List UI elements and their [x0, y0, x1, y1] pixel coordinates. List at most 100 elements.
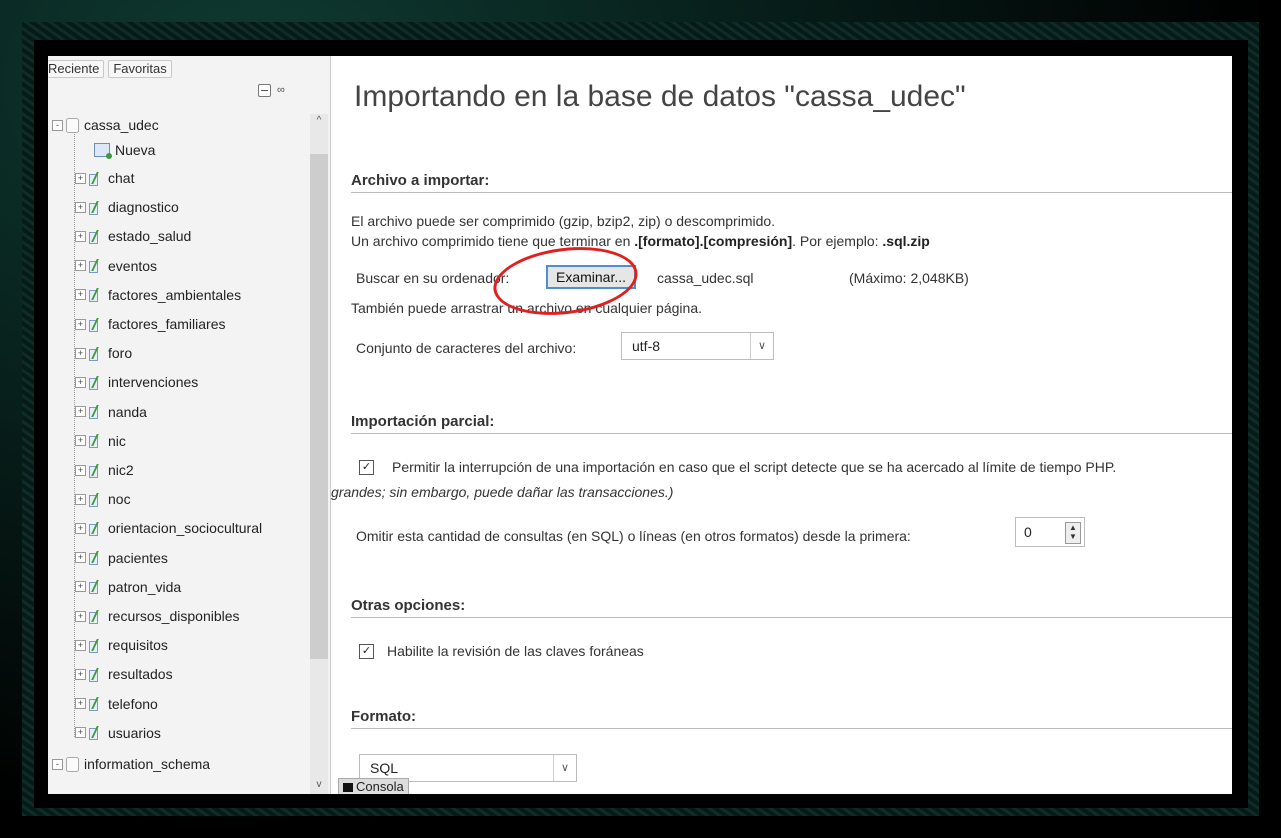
tree-item-table[interactable]: + factores_ambientales — [75, 284, 241, 306]
expand-icon[interactable]: + — [75, 406, 86, 418]
expand-icon[interactable]: + — [75, 639, 86, 651]
scroll-up-icon[interactable]: ^ — [310, 114, 328, 128]
tree-item-table[interactable]: + telefono — [75, 693, 158, 715]
tree-item-table[interactable]: + factores_familiares — [75, 313, 226, 335]
table-icon — [89, 347, 103, 361]
tree-item-label: recursos_disponibles — [108, 608, 240, 624]
expand-icon[interactable]: + — [75, 581, 86, 593]
nav-scroll-thumb[interactable] — [310, 154, 328, 659]
link-icon[interactable]: ∞ — [277, 84, 285, 97]
database-icon — [66, 756, 79, 772]
expand-icon[interactable]: + — [75, 289, 86, 301]
browse-button[interactable]: Examinar... — [546, 265, 637, 289]
foreign-keys-checkbox[interactable]: ✓ — [359, 644, 374, 659]
expand-icon[interactable]: + — [75, 201, 86, 213]
tree-item-table[interactable]: + estado_salud — [75, 225, 191, 247]
skip-queries-input[interactable]: 0 ▲ ▼ — [1015, 517, 1085, 547]
database-icon — [66, 117, 79, 133]
table-icon — [89, 230, 103, 244]
spinner-arrows-icon[interactable]: ▲ ▼ — [1065, 522, 1081, 544]
tree-item-table[interactable]: + eventos — [75, 255, 157, 277]
expand-icon[interactable]: + — [75, 260, 86, 272]
expand-icon[interactable]: + — [75, 727, 86, 739]
tree-item-table[interactable]: + patron_vida — [75, 576, 181, 598]
navigation-panel: Reciente Favoritas ∞ - cassa_udec Nueva + ch… — [48, 56, 331, 794]
expand-icon[interactable]: + — [75, 552, 86, 564]
console-icon — [343, 782, 353, 792]
tree-item-table[interactable]: + chat — [75, 167, 134, 189]
chevron-down-icon: ∨ — [553, 755, 576, 781]
compression-text: Un archivo comprimido tiene que terminar… — [351, 233, 635, 249]
tree-item-table[interactable]: + foro — [75, 342, 132, 364]
foreign-keys-label: Habilite la revisión de las claves forán… — [387, 643, 644, 659]
expand-icon[interactable]: + — [75, 435, 86, 447]
table-icon — [89, 376, 103, 390]
expand-icon[interactable]: + — [75, 493, 86, 505]
tree-item-table[interactable]: + noc — [75, 488, 131, 510]
scroll-down-icon[interactable]: v — [310, 778, 328, 792]
table-icon — [89, 434, 103, 449]
screenshot-area: Reciente Favoritas ∞ - cassa_udec Nueva + ch… — [48, 56, 1232, 794]
table-icon — [89, 405, 103, 420]
tree-item-table[interactable]: + usuarios — [75, 722, 161, 744]
tree-item-table[interactable]: + pacientes — [75, 547, 168, 569]
tree-item-database[interactable]: - information_schema — [52, 753, 210, 775]
page-title: Importando en la base de datos "cassa_ud… — [354, 80, 966, 113]
tree-item-table[interactable]: + intervenciones — [75, 371, 198, 393]
tree-item-table[interactable]: + resultados — [75, 663, 173, 685]
tree-item-database[interactable]: - cassa_udec — [52, 114, 159, 136]
divider — [351, 433, 1232, 434]
tree-item-table[interactable]: + orientacion_sociocultural — [75, 517, 262, 539]
tree-item-label: cassa_udec — [84, 117, 159, 133]
tree-item-label: usuarios — [108, 724, 161, 741]
partial-section-heading: Importación parcial: — [351, 413, 495, 430]
format-heading: Formato: — [351, 708, 416, 725]
divider — [351, 617, 1232, 618]
charset-select[interactable]: utf-8 ∨ — [621, 332, 774, 360]
tree-item-label: factores_ambientales — [108, 286, 242, 303]
main-content: Importando en la base de datos "cassa_ud… — [331, 56, 1232, 794]
collapse-icon[interactable]: - — [52, 119, 63, 131]
expand-icon[interactable]: + — [75, 464, 86, 476]
expand-icon[interactable]: + — [75, 522, 86, 534]
table-icon — [89, 318, 103, 332]
table-icon — [89, 259, 103, 274]
tree-item-label: foro — [108, 345, 133, 362]
collapse-all-icon[interactable] — [258, 84, 271, 97]
table-icon — [89, 697, 103, 712]
table-icon — [89, 551, 103, 566]
expand-icon[interactable]: + — [75, 347, 86, 359]
tree-item-table[interactable]: + nanda — [75, 401, 147, 423]
compression-info: El archivo puede ser comprimido (gzip, b… — [351, 213, 776, 229]
tree-item-label: factores_familiares — [108, 316, 226, 332]
expand-icon[interactable]: + — [75, 698, 86, 710]
expand-icon[interactable]: + — [75, 172, 86, 184]
format-pattern: .[formato].[compresión] — [634, 233, 793, 249]
expand-icon[interactable]: + — [75, 610, 86, 622]
tab-favorites[interactable]: Favoritas — [108, 60, 172, 78]
tab-recent[interactable]: Reciente — [48, 60, 105, 78]
expand-icon[interactable]: + — [75, 668, 86, 680]
collapse-icon[interactable]: - — [52, 758, 63, 770]
tree-item-label: telefono — [108, 695, 158, 712]
divider — [351, 192, 1232, 193]
tree-item-new[interactable]: Nueva — [94, 139, 155, 161]
tree-item-table[interactable]: + requisitos — [75, 634, 168, 656]
tree-item-table[interactable]: + recursos_disponibles — [75, 605, 240, 627]
tree-item-table[interactable]: + diagnostico — [75, 196, 179, 218]
allow-interrupt-note: grandes; sin embargo, puede dañar las tr… — [331, 484, 674, 500]
tree-item-label: eventos — [108, 257, 158, 274]
tree-item-label: requisitos — [108, 637, 168, 654]
nav-tabs: Reciente Favoritas — [48, 60, 172, 78]
table-icon — [89, 201, 103, 215]
expand-icon[interactable]: + — [75, 376, 86, 388]
tree-item-label: patron_vida — [108, 578, 182, 595]
tree-item-table[interactable]: + nic2 — [75, 459, 134, 481]
tree-item-table[interactable]: + nic — [75, 430, 126, 452]
allow-interrupt-checkbox[interactable]: ✓ — [359, 460, 374, 475]
expand-icon[interactable]: + — [75, 318, 86, 330]
expand-icon[interactable]: + — [75, 230, 86, 242]
table-icon — [89, 493, 103, 507]
console-toggle[interactable]: Consola — [338, 778, 409, 794]
example-extension: .sql.zip — [882, 233, 930, 249]
